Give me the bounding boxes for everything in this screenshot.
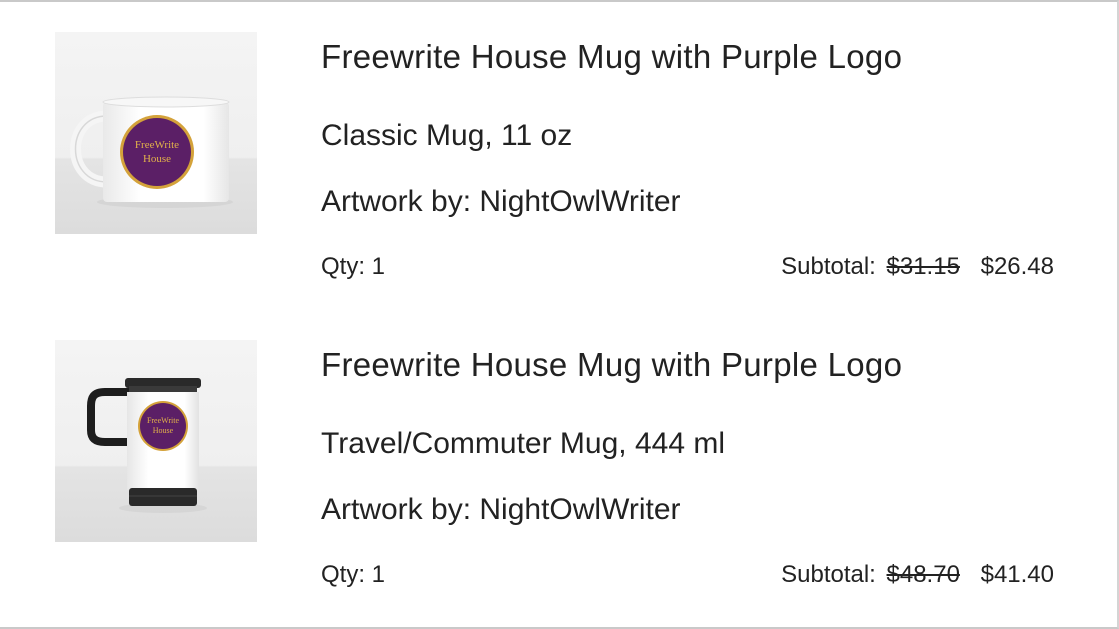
- product-artist: Artwork by: NightOwlWriter: [321, 185, 681, 218]
- svg-text:House: House: [153, 426, 174, 435]
- subtotal: Subtotal: $48.70 $41.40: [781, 561, 1054, 589]
- quantity: Qty: 1: [321, 253, 386, 280]
- product-title[interactable]: Freewrite House Mug with Purple Logo: [321, 38, 902, 76]
- original-price: $31.15: [886, 253, 960, 280]
- subtotal: Subtotal: $31.15 $26.48: [781, 253, 1054, 281]
- sale-price: $26.48: [980, 253, 1054, 280]
- product-artist: Artwork by: NightOwlWriter: [321, 493, 681, 526]
- product-title[interactable]: Freewrite House Mug with Purple Logo: [321, 346, 902, 384]
- subtotal-label: Subtotal:: [781, 253, 876, 280]
- svg-text:House: House: [143, 153, 171, 165]
- product-variant: Travel/Commuter Mug, 444 ml: [321, 427, 726, 460]
- svg-text:FreeWrite: FreeWrite: [147, 416, 180, 425]
- cart-item: FreeWrite House Freewrite House Mug with…: [0, 308, 1119, 588]
- cart-item: FreeWrite House Freewrite House Mug with…: [0, 0, 1119, 280]
- subtotal-label: Subtotal:: [781, 561, 876, 588]
- travel-mug-image: FreeWrite House: [55, 340, 257, 542]
- quantity: Qty: 1: [321, 561, 386, 588]
- svg-text:FreeWrite: FreeWrite: [135, 139, 179, 151]
- sale-price: $41.40: [980, 561, 1054, 588]
- classic-mug-image: FreeWrite House: [55, 32, 257, 234]
- product-image[interactable]: FreeWrite House: [55, 340, 257, 542]
- product-image[interactable]: FreeWrite House: [55, 32, 257, 234]
- product-variant: Classic Mug, 11 oz: [321, 119, 573, 152]
- original-price: $48.70: [886, 561, 960, 588]
